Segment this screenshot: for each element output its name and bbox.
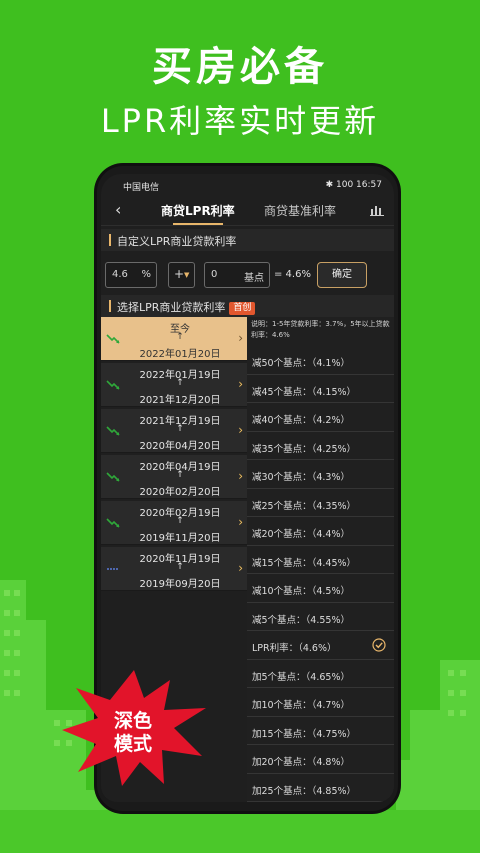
bp-value: 0 bbox=[211, 269, 218, 280]
period-item[interactable]: 2020年02月19日 ↑ 2019年11月20日 › bbox=[101, 501, 247, 545]
chevron-right-icon: › bbox=[238, 515, 243, 529]
option-label: 减45个基点：（4.15%） bbox=[252, 386, 357, 398]
option-label: 减10个基点：（4.5%） bbox=[252, 586, 350, 597]
rate-option[interactable]: 加25个基点：（4.85%） bbox=[247, 774, 394, 802]
carrier-label: 中国电信 bbox=[123, 183, 160, 193]
rate-option[interactable]: 减10个基点：（4.5%） bbox=[247, 574, 394, 603]
custom-rate-section-header: 自定义LPR商业贷款利率 bbox=[101, 229, 394, 251]
bp-unit: 基点 bbox=[244, 273, 264, 284]
trend-down-icon bbox=[106, 334, 120, 344]
period-end: 2020年04月20日 bbox=[139, 441, 221, 452]
option-label: 减20个基点：（4.4%） bbox=[252, 529, 350, 540]
up-arrow-icon: ↑ bbox=[176, 470, 184, 480]
chevron-right-icon: › bbox=[238, 331, 243, 345]
section-title: 选择LPR商业贷款利率 首创 bbox=[117, 299, 256, 316]
option-label: 减25个基点：（4.35%） bbox=[252, 500, 357, 512]
trend-flat-icon bbox=[107, 568, 119, 570]
top-navbar: ‹ 商贷LPR利率 商贷基准利率 bbox=[101, 194, 394, 226]
rate-option[interactable]: 减25个基点：（4.35%） bbox=[247, 489, 394, 517]
banner-title: 买房必备 bbox=[152, 44, 328, 90]
period-end: 2019年09月20日 bbox=[139, 579, 221, 590]
period-item[interactable]: 至今 ↑ 2022年01月20日 › bbox=[101, 317, 247, 361]
operator-select[interactable]: + ▼ bbox=[168, 262, 195, 288]
basis-point-input[interactable]: 0 基点 bbox=[204, 262, 270, 288]
chart-icon[interactable] bbox=[370, 203, 384, 216]
rate-option[interactable]: 加5个基点：（4.65%） bbox=[247, 660, 394, 688]
rate-option[interactable]: 加10个基点：（4.7%） bbox=[247, 688, 394, 717]
up-arrow-icon: ↑ bbox=[176, 332, 184, 342]
option-label: 加25个基点：（4.85%） bbox=[252, 785, 357, 797]
check-circle-icon bbox=[372, 638, 386, 652]
option-label: 加10个基点：（4.7%） bbox=[252, 700, 350, 711]
tab-lpr-rate[interactable]: 商贷LPR利率 bbox=[161, 202, 235, 225]
option-label: 加20个基点：（4.8%） bbox=[252, 757, 350, 768]
rate-option[interactable]: 减50个基点：（4.1%） bbox=[247, 346, 394, 375]
chevron-right-icon: › bbox=[238, 469, 243, 483]
period-item[interactable]: 2022年01月19日 ↑ 2021年12月20日 › bbox=[101, 363, 247, 407]
rate-option[interactable]: 减20个基点：（4.4%） bbox=[247, 517, 394, 546]
first-badge: 首创 bbox=[229, 302, 256, 315]
rate-option[interactable]: 加20个基点：（4.8%） bbox=[247, 745, 394, 774]
option-label: LPR利率：（4.6%） bbox=[252, 643, 337, 654]
rate-option[interactable]: 加15个基点：（4.75%） bbox=[247, 717, 394, 745]
option-label: 加15个基点：（4.75%） bbox=[252, 728, 357, 740]
confirm-button[interactable]: 确定 bbox=[317, 262, 367, 288]
result-text: = 4.6% bbox=[274, 269, 311, 280]
select-section-title: 选择LPR商业贷款利率 bbox=[117, 301, 226, 314]
trend-down-icon bbox=[106, 472, 120, 482]
section-title: 自定义LPR商业贷款利率 bbox=[117, 235, 237, 248]
back-icon[interactable]: ‹ bbox=[115, 200, 121, 219]
chevron-right-icon: › bbox=[238, 423, 243, 437]
select-rate-section-header: 选择LPR商业贷款利率 首创 bbox=[101, 295, 394, 317]
period-item[interactable]: 2021年12月19日 ↑ 2020年04月20日 › bbox=[101, 409, 247, 453]
stamp-line1: 深色 bbox=[113, 710, 152, 732]
rate-option-list: 说明：1-5年贷款利率：3.7%，5年以上贷款利率：4.6% 减50个基点：（4… bbox=[247, 317, 394, 802]
period-end: 2019年11月20日 bbox=[139, 533, 221, 544]
period-end: 2022年01月20日 bbox=[139, 349, 221, 360]
rate-option[interactable]: 减30个基点：（4.3%） bbox=[247, 460, 394, 489]
rate-input[interactable]: 4.6 % bbox=[105, 262, 157, 288]
up-arrow-icon: ↑ bbox=[176, 424, 184, 434]
accent-bar bbox=[109, 300, 111, 312]
rate-value: 4.6 bbox=[112, 269, 128, 280]
status-bar: 中国电信 ✱ 100 16:57 bbox=[101, 174, 394, 194]
option-label: 减15个基点：（4.45%） bbox=[252, 557, 357, 569]
trend-down-icon bbox=[106, 426, 120, 436]
stamp-line2: 模式 bbox=[113, 733, 152, 755]
period-end: 2020年02月20日 bbox=[139, 487, 221, 498]
rate-option[interactable]: 减45个基点：（4.15%） bbox=[247, 375, 394, 403]
option-label: 减35个基点：（4.25%） bbox=[252, 443, 357, 455]
period-end: 2021年12月20日 bbox=[139, 395, 221, 406]
custom-rate-input-row: 4.6 % + ▼ 0 基点 = 4.6% 确定 bbox=[105, 262, 390, 290]
chevron-right-icon: › bbox=[238, 377, 243, 391]
rate-option[interactable]: 减35个基点：（4.25%） bbox=[247, 432, 394, 460]
option-label: 减40个基点：（4.2%） bbox=[252, 415, 350, 426]
up-arrow-icon: ↑ bbox=[176, 562, 184, 572]
rate-option-selected[interactable]: LPR利率：（4.6%） bbox=[247, 631, 394, 660]
banner-subtitle: LPR利率实时更新 bbox=[100, 102, 380, 140]
operator-value: + bbox=[174, 267, 185, 281]
rate-note: 说明：1-5年贷款利率：3.7%，5年以上贷款利率：4.6% bbox=[251, 320, 390, 339]
trend-down-icon bbox=[106, 380, 120, 390]
accent-bar bbox=[109, 234, 111, 246]
rate-option[interactable]: 减15个基点：（4.45%） bbox=[247, 546, 394, 574]
option-label: 加5个基点：（4.65%） bbox=[252, 671, 350, 683]
option-label: 减50个基点：（4.1%） bbox=[252, 358, 350, 369]
chevron-right-icon: › bbox=[238, 561, 243, 575]
period-item[interactable]: 2020年11月19日 ↑ 2019年09月20日 › bbox=[101, 547, 247, 591]
status-right: ✱ 100 16:57 bbox=[325, 180, 382, 190]
period-item[interactable]: 2020年04月19日 ↑ 2020年02月20日 › bbox=[101, 455, 247, 499]
rate-option[interactable]: 减5个基点：（4.55%） bbox=[247, 603, 394, 631]
tab-base-rate[interactable]: 商贷基准利率 bbox=[264, 202, 336, 219]
up-arrow-icon: ↑ bbox=[176, 378, 184, 388]
option-label: 减30个基点：（4.3%） bbox=[252, 472, 350, 483]
rate-unit: % bbox=[141, 269, 151, 280]
dark-mode-label: 深色 模式 bbox=[103, 710, 163, 756]
chevron-down-icon: ▼ bbox=[184, 271, 190, 279]
option-label: 减5个基点：（4.55%） bbox=[252, 614, 350, 626]
trend-down-icon bbox=[106, 518, 120, 528]
rate-option[interactable]: 减40个基点：（4.2%） bbox=[247, 403, 394, 432]
up-arrow-icon: ↑ bbox=[176, 516, 184, 526]
